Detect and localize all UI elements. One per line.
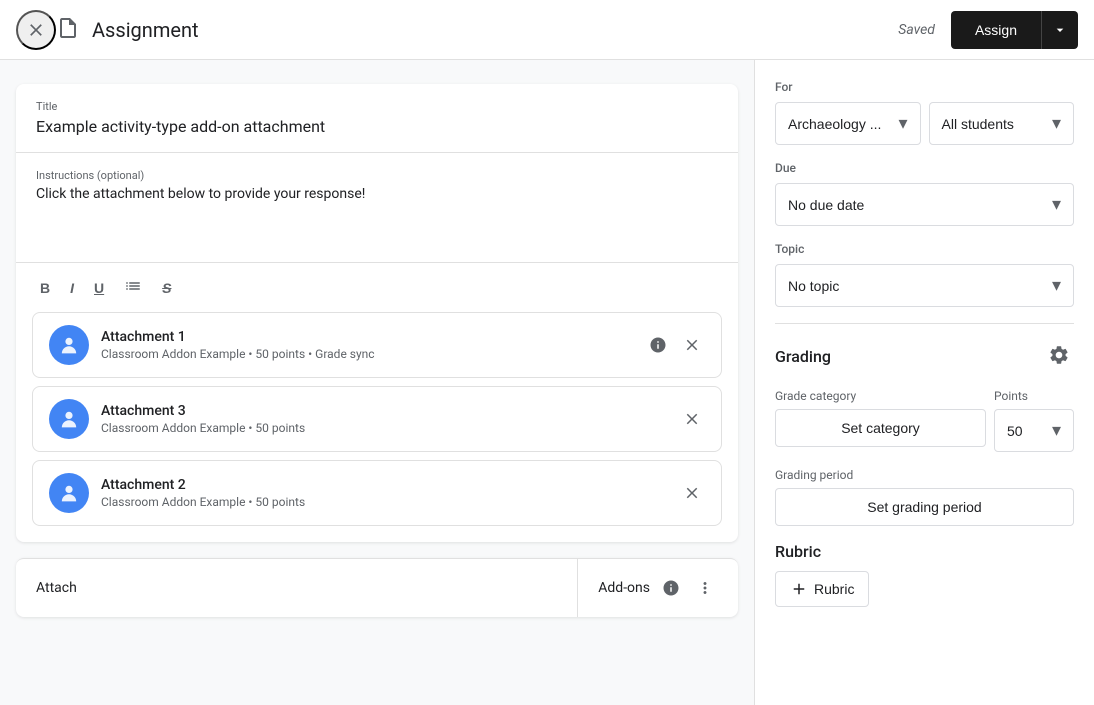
section-divider bbox=[775, 323, 1074, 324]
class-value: Archaeology ... bbox=[788, 116, 881, 132]
topic-label: Topic bbox=[775, 242, 1074, 256]
close-button[interactable] bbox=[16, 10, 56, 50]
grading-period-label: Grading period bbox=[775, 468, 1074, 482]
addons-button[interactable]: Add-ons bbox=[577, 559, 738, 617]
set-category-button[interactable]: Set category bbox=[775, 409, 986, 447]
grade-row: Grade category Set category Points 50 ▾ bbox=[775, 389, 1074, 452]
title-field-group: Title Example activity-type add-on attac… bbox=[16, 84, 738, 153]
attachment-remove-button-3[interactable] bbox=[679, 480, 705, 506]
attachment-item: Attachment 1 Classroom Addon Example • 5… bbox=[32, 312, 722, 378]
topic-value: No topic bbox=[788, 278, 839, 294]
attachment-actions-2 bbox=[679, 406, 705, 432]
attach-button[interactable]: Attach bbox=[16, 564, 577, 612]
addons-more-button[interactable] bbox=[692, 575, 718, 601]
attachment-info-3: Attachment 2 Classroom Addon Example • 5… bbox=[101, 477, 679, 509]
attachment-icon-3 bbox=[49, 473, 89, 513]
attachment-actions-1 bbox=[645, 332, 705, 358]
list-button[interactable] bbox=[116, 271, 150, 304]
attachment-name-2: Attachment 3 bbox=[101, 403, 679, 419]
attachment-actions-3 bbox=[679, 480, 705, 506]
attachment-name-1: Attachment 1 bbox=[101, 329, 645, 345]
attachment-item: Attachment 2 Classroom Addon Example • 5… bbox=[32, 460, 722, 526]
right-panel: For Archaeology ... ▾ All students ▾ Due… bbox=[754, 60, 1094, 705]
grading-settings-button[interactable] bbox=[1044, 340, 1074, 373]
main-layout: Title Example activity-type add-on attac… bbox=[0, 60, 1094, 705]
attachment-name-3: Attachment 2 bbox=[101, 477, 679, 493]
due-dropdown[interactable]: No due date ▾ bbox=[775, 183, 1074, 226]
attachment-meta-2: Classroom Addon Example • 50 points bbox=[101, 421, 679, 435]
attachment-meta-3: Classroom Addon Example • 50 points bbox=[101, 495, 679, 509]
attachment-icon-2 bbox=[49, 399, 89, 439]
app-header: Assignment Saved Assign bbox=[0, 0, 1094, 60]
students-dropdown[interactable]: All students ▾ bbox=[929, 102, 1075, 145]
grade-category-label: Grade category bbox=[775, 389, 986, 403]
strikethrough-button[interactable]: S bbox=[154, 274, 179, 302]
add-rubric-label: Rubric bbox=[814, 581, 854, 597]
set-grading-period-button[interactable]: Set grading period bbox=[775, 488, 1074, 526]
assign-dropdown-button[interactable] bbox=[1041, 11, 1078, 49]
left-panel: Title Example activity-type add-on attac… bbox=[0, 60, 754, 705]
points-dropdown[interactable]: 50 ▾ bbox=[994, 409, 1074, 452]
topic-chevron-icon: ▾ bbox=[1052, 275, 1061, 296]
attachment-remove-button-1[interactable] bbox=[679, 332, 705, 358]
due-chevron-icon: ▾ bbox=[1052, 194, 1061, 215]
grading-title: Grading bbox=[775, 347, 831, 366]
points-col: Points 50 ▾ bbox=[994, 389, 1074, 452]
attachment-list: Attachment 1 Classroom Addon Example • 5… bbox=[16, 312, 738, 542]
formatting-toolbar: B I U S bbox=[16, 262, 738, 312]
class-chevron-icon: ▾ bbox=[898, 113, 907, 134]
title-value[interactable]: Example activity-type add-on attachment bbox=[36, 117, 718, 136]
addons-info-button[interactable] bbox=[658, 575, 684, 601]
class-dropdown[interactable]: Archaeology ... ▾ bbox=[775, 102, 921, 145]
attachment-info-1: Attachment 1 Classroom Addon Example • 5… bbox=[101, 329, 645, 361]
bold-button[interactable]: B bbox=[32, 274, 58, 302]
attachment-meta-1: Classroom Addon Example • 50 points • Gr… bbox=[101, 347, 645, 361]
attachment-item: Attachment 3 Classroom Addon Example • 5… bbox=[32, 386, 722, 452]
due-value: No due date bbox=[788, 197, 864, 213]
assign-button[interactable]: Assign bbox=[951, 11, 1041, 49]
add-rubric-button[interactable]: Rubric bbox=[775, 571, 869, 607]
points-label: Points bbox=[994, 389, 1074, 403]
instructions-group: Instructions (optional) Click the attach… bbox=[16, 153, 738, 262]
grade-category-col: Grade category Set category bbox=[775, 389, 986, 452]
topic-dropdown[interactable]: No topic ▾ bbox=[775, 264, 1074, 307]
underline-button[interactable]: U bbox=[86, 274, 112, 302]
page-title: Assignment bbox=[92, 18, 898, 42]
students-chevron-icon: ▾ bbox=[1052, 113, 1061, 134]
attachment-icon-1 bbox=[49, 325, 89, 365]
students-value: All students bbox=[942, 116, 1014, 132]
points-value: 50 bbox=[1007, 423, 1023, 439]
due-label: Due bbox=[775, 161, 1074, 175]
attachment-remove-button-2[interactable] bbox=[679, 406, 705, 432]
for-row: Archaeology ... ▾ All students ▾ bbox=[775, 102, 1074, 145]
addons-label: Add-ons bbox=[598, 580, 650, 596]
saved-status: Saved bbox=[898, 22, 935, 38]
italic-button[interactable]: I bbox=[62, 274, 82, 302]
rubric-label: Rubric bbox=[775, 542, 1074, 561]
instructions-text[interactable]: Click the attachment below to provide yo… bbox=[36, 186, 718, 246]
doc-icon bbox=[56, 16, 80, 44]
assign-btn-group: Assign bbox=[951, 11, 1078, 49]
instructions-label: Instructions (optional) bbox=[36, 169, 718, 182]
for-label: For bbox=[775, 80, 1074, 94]
form-card: Title Example activity-type add-on attac… bbox=[16, 84, 738, 542]
title-label: Title bbox=[36, 100, 718, 113]
bottom-bar: Attach Add-ons bbox=[16, 558, 738, 617]
attachment-info-button-1[interactable] bbox=[645, 332, 671, 358]
attachment-info-2: Attachment 3 Classroom Addon Example • 5… bbox=[101, 403, 679, 435]
grading-header: Grading bbox=[775, 340, 1074, 373]
points-chevron-icon: ▾ bbox=[1052, 420, 1061, 441]
